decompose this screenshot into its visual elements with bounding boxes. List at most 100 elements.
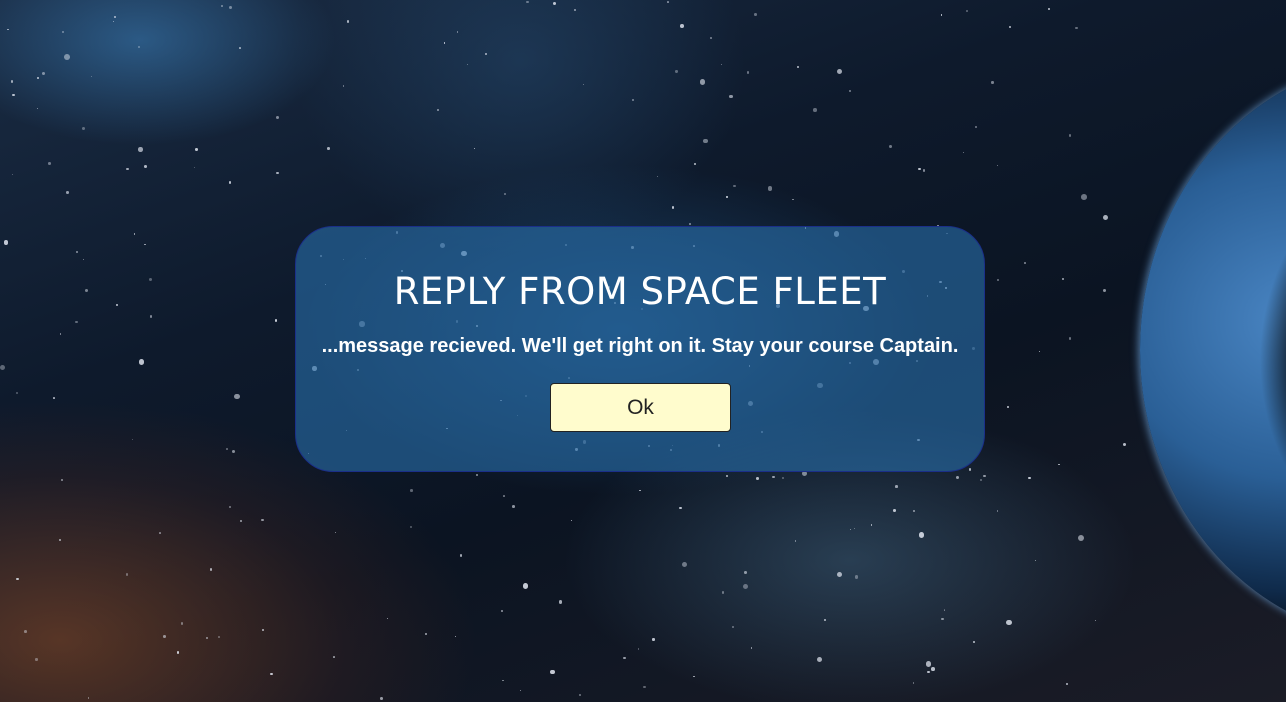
star <box>772 475 775 479</box>
star <box>326 147 330 151</box>
star <box>11 173 14 176</box>
star <box>944 609 946 611</box>
star <box>193 166 195 168</box>
star <box>1066 682 1069 685</box>
star <box>1103 215 1109 221</box>
star <box>82 258 85 261</box>
star <box>409 525 413 529</box>
star <box>849 528 852 531</box>
star <box>424 633 428 636</box>
star <box>177 651 180 654</box>
star <box>813 108 817 112</box>
star <box>742 583 748 589</box>
star <box>679 506 682 510</box>
star <box>116 304 118 306</box>
star <box>12 94 15 97</box>
star <box>1034 560 1036 562</box>
star <box>671 206 674 209</box>
star <box>1080 193 1087 200</box>
star <box>88 697 90 699</box>
star <box>837 69 843 75</box>
star <box>996 510 999 512</box>
star <box>680 23 685 28</box>
star <box>126 167 129 171</box>
star <box>261 629 264 632</box>
star <box>720 63 723 66</box>
star <box>526 0 529 4</box>
star <box>582 83 585 85</box>
star <box>36 107 39 110</box>
star <box>112 21 114 23</box>
star <box>941 14 943 16</box>
star <box>652 638 655 641</box>
star <box>732 626 735 629</box>
star <box>1102 288 1107 293</box>
star <box>456 31 458 33</box>
star <box>42 72 46 76</box>
star <box>163 635 166 638</box>
star <box>1009 25 1012 29</box>
star <box>519 689 521 692</box>
star <box>209 568 213 571</box>
star <box>918 532 925 538</box>
star <box>511 504 515 508</box>
star <box>1094 620 1097 622</box>
star <box>10 80 14 83</box>
star <box>974 126 978 129</box>
star <box>968 468 972 471</box>
star <box>1068 337 1072 340</box>
star <box>132 438 134 440</box>
star <box>922 169 926 172</box>
star <box>16 391 19 395</box>
star <box>623 656 626 659</box>
planet-image <box>1140 60 1286 640</box>
reply-dialog: REPLY FROM SPACE FLEET ...message reciev… <box>295 226 985 472</box>
star <box>709 36 712 39</box>
star <box>16 577 19 581</box>
ok-button[interactable]: Ok <box>550 383 731 432</box>
star <box>228 181 232 185</box>
star <box>1006 619 1012 626</box>
star <box>220 4 223 7</box>
dialog-message: ...message recieved. We'll get right on … <box>321 335 959 357</box>
star <box>703 138 708 144</box>
star <box>578 693 582 697</box>
star <box>501 679 504 682</box>
star <box>639 489 641 491</box>
star <box>913 509 916 512</box>
star <box>113 16 116 19</box>
star <box>82 126 85 130</box>
star <box>1068 134 1071 137</box>
star <box>380 697 383 700</box>
star <box>218 636 220 639</box>
star <box>3 240 9 246</box>
star <box>205 636 209 640</box>
star <box>333 656 336 658</box>
star <box>721 591 725 595</box>
star <box>1061 277 1065 281</box>
star <box>195 148 199 152</box>
star <box>558 600 563 604</box>
star <box>149 315 153 318</box>
star <box>346 19 350 23</box>
star <box>410 489 413 492</box>
star <box>979 479 982 482</box>
star <box>1024 261 1026 264</box>
star <box>232 449 236 453</box>
star <box>782 477 785 480</box>
star <box>733 184 736 188</box>
star <box>66 191 69 195</box>
star <box>226 447 228 450</box>
star <box>522 582 529 589</box>
star <box>133 233 136 235</box>
star <box>62 31 64 33</box>
star <box>931 667 935 671</box>
star <box>275 115 279 119</box>
star <box>767 186 773 192</box>
star <box>444 42 446 44</box>
star <box>159 532 161 534</box>
star <box>387 617 389 619</box>
star <box>75 250 79 254</box>
star <box>955 475 959 479</box>
star <box>503 495 505 497</box>
